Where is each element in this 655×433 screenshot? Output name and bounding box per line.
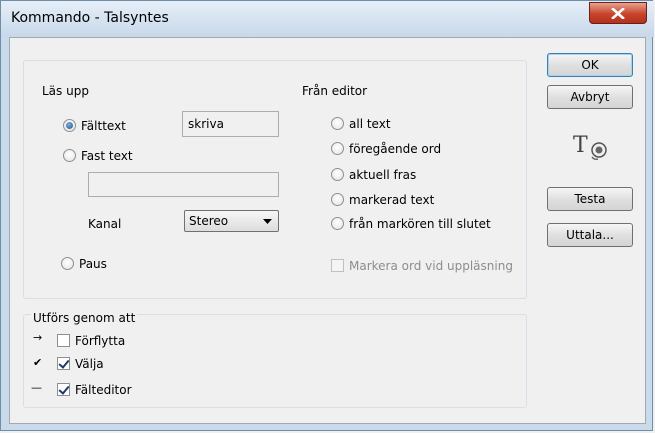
select-checkbox[interactable] — [57, 357, 70, 370]
arrow-marker-icon: → — [33, 331, 43, 344]
speak-button[interactable]: Uttala... — [547, 223, 633, 247]
from-editor-title: Från editor — [302, 84, 368, 98]
field-text-label: Fälttext — [81, 119, 126, 133]
editor-option-label: föregående ord — [349, 142, 442, 156]
highlight-words-label: Markera ord vid uppläsning — [349, 259, 513, 273]
pause-label: Paus — [79, 257, 107, 271]
fixed-text-input[interactable] — [88, 172, 279, 197]
performed-by-title: Utförs genom att — [31, 311, 138, 325]
editor-option-radio[interactable] — [331, 193, 344, 206]
read-group-title: Läs upp — [42, 84, 89, 98]
channel-select[interactable]: Stereo — [184, 210, 279, 232]
chevron-down-icon — [263, 219, 272, 224]
close-button[interactable] — [589, 2, 647, 24]
editor-option-label: från markören till slutet — [349, 217, 491, 231]
ok-button[interactable]: OK — [547, 53, 633, 77]
editor-option-label: all text — [349, 117, 391, 131]
editor-option-radio[interactable] — [331, 217, 344, 230]
move-checkbox[interactable] — [57, 334, 70, 347]
pause-radio[interactable] — [61, 257, 74, 270]
channel-label: Kanal — [88, 217, 122, 231]
title-bar[interactable]: Kommando - Talsyntes — [1, 1, 654, 37]
move-label: Förflytta — [75, 334, 126, 348]
channel-selected-value: Stereo — [189, 214, 229, 228]
text-to-speech-icon: T — [573, 133, 607, 160]
field-editor-checkbox[interactable] — [57, 383, 70, 396]
check-marker-icon: ✔ — [33, 356, 43, 369]
close-icon — [611, 8, 625, 19]
field-text-radio[interactable] — [63, 119, 76, 132]
test-button[interactable]: Testa — [547, 187, 633, 211]
svg-text:T: T — [573, 133, 588, 158]
cancel-button[interactable]: Avbryt — [547, 85, 633, 109]
fixed-text-radio[interactable] — [63, 149, 76, 162]
dash-marker-icon: — — [31, 381, 42, 394]
editor-option-label: markerad text — [349, 193, 435, 207]
field-editor-label: Fälteditor — [75, 383, 132, 397]
highlight-words-checkbox[interactable] — [331, 259, 344, 272]
dialog-client: Läs upp Fälttext skriva Fast text Kanal … — [9, 37, 646, 424]
editor-option-radio[interactable] — [331, 142, 344, 155]
editor-option-radio[interactable] — [331, 168, 344, 181]
dialog-window: Kommando - Talsyntes Läs upp Fälttext sk… — [0, 0, 654, 431]
field-text-value: skriva — [182, 111, 279, 137]
editor-option-label: aktuell fras — [349, 168, 417, 182]
fixed-text-label: Fast text — [81, 149, 133, 163]
window-title: Kommando - Talsyntes — [11, 10, 169, 26]
editor-option-radio[interactable] — [331, 117, 344, 130]
select-label: Välja — [75, 357, 104, 371]
